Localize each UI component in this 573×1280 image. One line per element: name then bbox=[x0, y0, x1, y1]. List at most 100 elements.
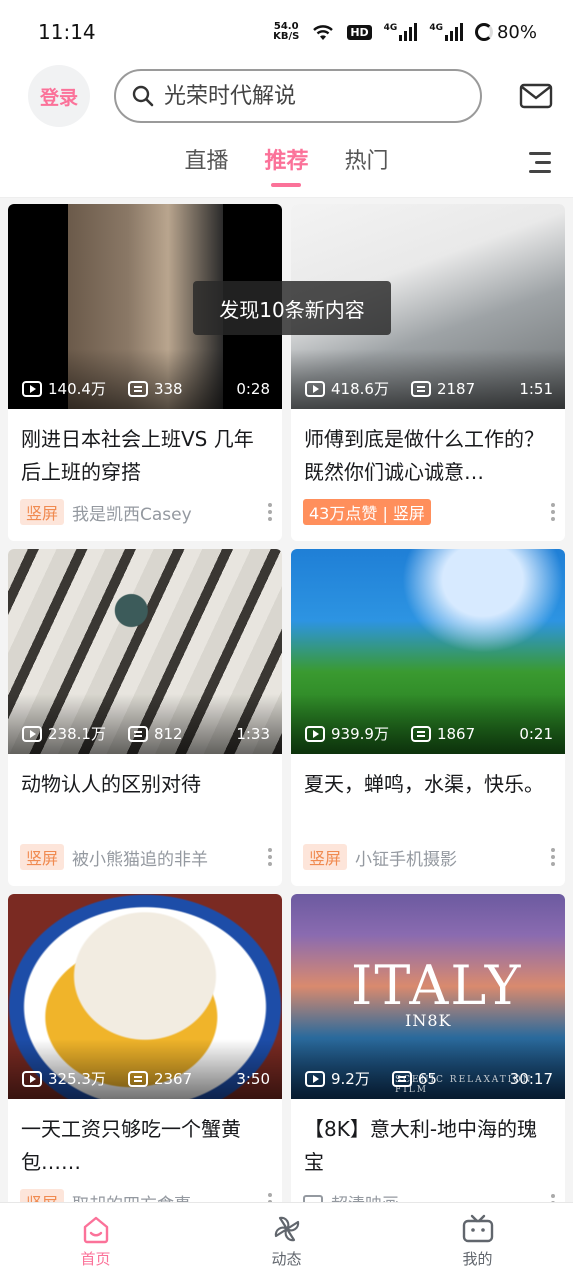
views-stat: 140.4万 bbox=[22, 378, 106, 399]
signal-sim2-icon: 4G bbox=[429, 23, 463, 41]
danmaku-icon bbox=[391, 1070, 412, 1087]
danmaku-stat: 338 bbox=[127, 379, 183, 398]
video-title[interactable]: 动物认人的区别对待 bbox=[8, 754, 282, 836]
video-title[interactable]: 一天工资只够吃一个蟹黄包…… bbox=[8, 1099, 282, 1181]
nav-mine[interactable]: 我的 bbox=[418, 1214, 538, 1269]
video-duration: 0:28 bbox=[236, 379, 270, 398]
video-card[interactable]: 939.9万 1867 0:21 夏天，蝉鸣，水渠，快乐。 竖屏 小钲手机摄影 bbox=[291, 549, 565, 886]
video-stats: 9.2万 65 30:17 bbox=[305, 1068, 553, 1089]
video-stats: 140.4万 338 0:28 bbox=[22, 378, 270, 399]
nav-home-label: 首页 bbox=[80, 1250, 111, 1268]
video-badge: 43万点赞 | 竖屏 bbox=[303, 499, 431, 525]
video-stats: 418.6万 2187 1:51 bbox=[305, 378, 553, 399]
more-options-icon[interactable] bbox=[268, 503, 272, 521]
status-time: 11:14 bbox=[38, 20, 96, 44]
video-duration: 3:50 bbox=[236, 1069, 270, 1088]
video-meta: 竖屏 我是凯西Casey bbox=[20, 499, 272, 525]
search-input[interactable] bbox=[164, 83, 454, 109]
video-title[interactable]: 师傅到底是做什么工作的？既然你们诚心诚意… bbox=[291, 409, 565, 491]
view-count: 9.2万 bbox=[331, 1070, 370, 1088]
nav-dynamics-label: 动态 bbox=[271, 1250, 302, 1268]
wifi-icon bbox=[313, 25, 334, 40]
video-duration: 0:21 bbox=[519, 724, 553, 743]
battery-level: 80% bbox=[496, 21, 537, 43]
play-count-icon bbox=[305, 380, 325, 397]
danmaku-stat: 65 bbox=[391, 1069, 437, 1088]
nav-home[interactable]: 首页 bbox=[36, 1214, 156, 1269]
video-author[interactable]: 我是凯西Casey bbox=[72, 500, 192, 525]
video-thumbnail[interactable]: 325.3万 2367 3:50 bbox=[8, 894, 282, 1099]
danmaku-stat: 2367 bbox=[127, 1070, 192, 1088]
views-stat: 939.9万 bbox=[305, 723, 389, 744]
signal-sim1-icon: 4G bbox=[384, 23, 418, 41]
video-author[interactable]: 小钲手机摄影 bbox=[355, 845, 457, 870]
pinwheel-icon bbox=[274, 1216, 299, 1242]
danmaku-count: 2187 bbox=[436, 379, 476, 398]
login-button[interactable]: 登录 bbox=[28, 65, 90, 127]
video-duration: 30:17 bbox=[509, 1069, 553, 1088]
network-speed-unit: KB/S bbox=[273, 31, 300, 42]
danmaku-count: 65 bbox=[417, 1069, 437, 1088]
play-count-icon bbox=[22, 1070, 42, 1087]
nav-dynamics[interactable]: 动态 bbox=[227, 1214, 347, 1269]
top-header: 登录 bbox=[0, 64, 573, 128]
video-meta: 43万点赞 | 竖屏 bbox=[303, 499, 555, 525]
channel-menu-icon[interactable] bbox=[529, 152, 551, 179]
danmaku-count: 338 bbox=[153, 379, 183, 398]
danmaku-stat: 812 bbox=[127, 724, 183, 743]
network-speed: 54.0 KB/S bbox=[273, 22, 299, 42]
video-stats: 238.1万 812 1:33 bbox=[22, 723, 270, 744]
video-stats: 325.3万 2367 3:50 bbox=[22, 1068, 270, 1089]
search-bar[interactable] bbox=[114, 69, 482, 123]
hd-voice-icon: HD bbox=[347, 24, 372, 40]
battery: 80% bbox=[474, 21, 537, 43]
danmaku-icon bbox=[127, 380, 148, 397]
more-options-icon[interactable] bbox=[551, 503, 555, 521]
sim2-label: 4G bbox=[429, 23, 443, 33]
danmaku-icon bbox=[127, 1070, 148, 1087]
tab-recommend[interactable]: 推荐 bbox=[264, 143, 308, 183]
play-count-icon bbox=[22, 725, 42, 742]
danmaku-count: 812 bbox=[153, 724, 183, 743]
tab-live[interactable]: 直播 bbox=[184, 143, 228, 183]
danmaku-stat: 1867 bbox=[410, 724, 476, 743]
more-options-icon[interactable] bbox=[268, 848, 272, 866]
channel-tabs: 直播 推荐 热门 bbox=[0, 128, 573, 198]
mail-icon[interactable] bbox=[519, 83, 553, 109]
sim1-label: 4G bbox=[383, 23, 398, 33]
video-duration: 1:33 bbox=[236, 724, 270, 743]
view-count: 238.1万 bbox=[48, 725, 106, 743]
video-title[interactable]: 【8K】意大利-地中海的瑰宝 bbox=[291, 1099, 565, 1181]
video-thumbnail[interactable]: 939.9万 1867 0:21 bbox=[291, 549, 565, 754]
video-thumbnail[interactable]: ITALY IN8K SCENIC RELAXATION FILM 9.2万 65… bbox=[291, 894, 565, 1099]
video-meta: 竖屏 小钲手机摄影 bbox=[303, 844, 555, 870]
video-card[interactable]: 418.6万 2187 1:51 师傅到底是做什么工作的？既然你们诚心诚意… 4… bbox=[291, 204, 565, 541]
video-title[interactable]: 刚进日本社会上班VS 几年后上班的穿搭 bbox=[8, 409, 282, 491]
danmaku-count: 1867 bbox=[436, 724, 476, 743]
battery-icon bbox=[474, 23, 493, 41]
tab-popular[interactable]: 热门 bbox=[345, 143, 389, 183]
video-title[interactable]: 夏天，蝉鸣，水渠，快乐。 bbox=[291, 754, 565, 836]
video-card[interactable]: 325.3万 2367 3:50 一天工资只够吃一个蟹黄包…… 竖屏 取却的四方… bbox=[8, 894, 282, 1231]
search-icon bbox=[132, 85, 154, 107]
thumbnail-title-main: ITALY bbox=[351, 954, 523, 1017]
view-count: 325.3万 bbox=[48, 1070, 106, 1088]
more-options-icon[interactable] bbox=[551, 848, 555, 866]
tv-icon bbox=[462, 1214, 493, 1243]
video-thumbnail[interactable]: 238.1万 812 1:33 bbox=[8, 549, 282, 754]
view-count: 140.4万 bbox=[48, 380, 106, 398]
video-card[interactable]: 238.1万 812 1:33 动物认人的区别对待 竖屏 被小熊猫追的非羊 bbox=[8, 549, 282, 886]
video-duration: 1:51 bbox=[519, 379, 553, 398]
bottom-nav: 首页 动态 我的 bbox=[0, 1202, 573, 1280]
new-content-toast: 发现10条新内容 bbox=[193, 281, 391, 335]
video-author[interactable]: 被小熊猫追的非羊 bbox=[72, 845, 208, 870]
video-card[interactable]: ITALY IN8K SCENIC RELAXATION FILM 9.2万 65… bbox=[291, 894, 565, 1231]
video-badge: 竖屏 bbox=[20, 844, 65, 870]
views-stat: 238.1万 bbox=[22, 723, 106, 744]
video-card[interactable]: 140.4万 338 0:28 刚进日本社会上班VS 几年后上班的穿搭 竖屏 我… bbox=[8, 204, 282, 541]
video-feed: 140.4万 338 0:28 刚进日本社会上班VS 几年后上班的穿搭 竖屏 我… bbox=[8, 204, 565, 1231]
video-badge: 竖屏 bbox=[20, 499, 65, 525]
play-count-icon bbox=[22, 380, 42, 397]
play-count-icon bbox=[305, 1070, 325, 1087]
views-stat: 325.3万 bbox=[22, 1068, 106, 1089]
